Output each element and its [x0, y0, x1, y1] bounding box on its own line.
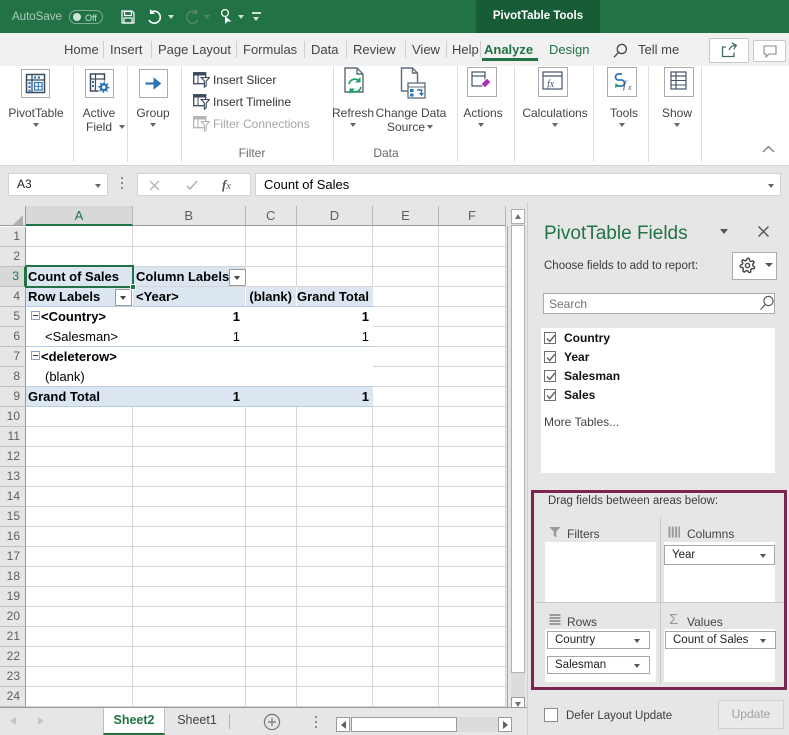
svg-text:x: x [627, 83, 632, 92]
svg-text:fx: fx [547, 79, 555, 90]
